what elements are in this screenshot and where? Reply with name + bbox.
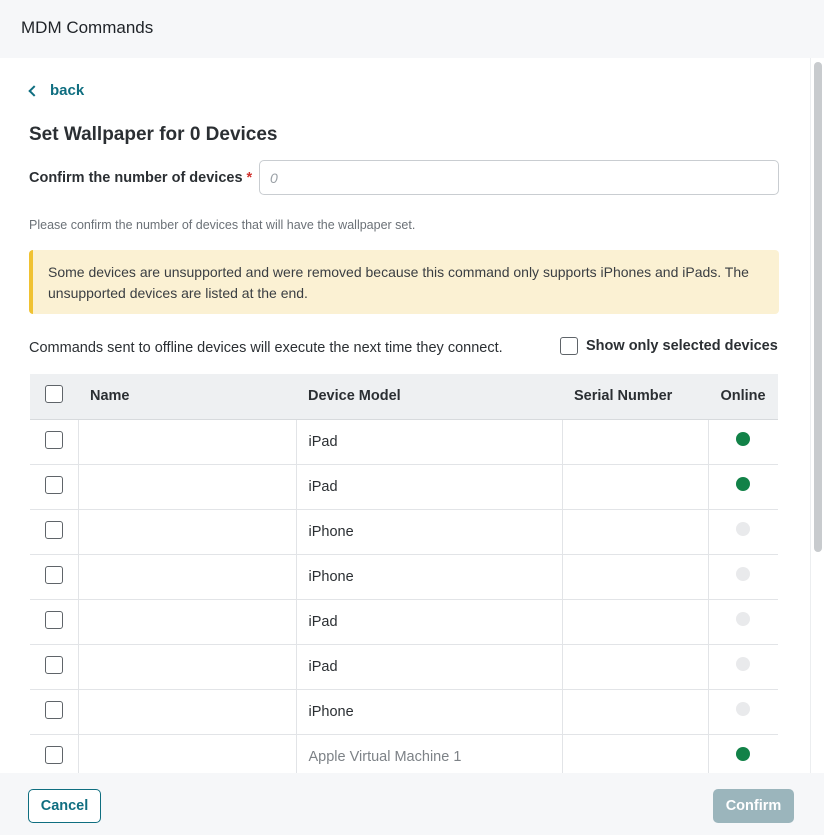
row-checkbox[interactable]: [44, 520, 63, 539]
online-cell: [708, 689, 778, 735]
online-cell: [708, 599, 778, 645]
device-serial: [562, 689, 709, 735]
column-header-online[interactable]: Online: [708, 374, 778, 420]
scrollbar-thumb[interactable]: [814, 62, 822, 552]
row-select-cell: [30, 419, 79, 465]
device-model: Apple Virtual Machine 1: [296, 734, 563, 773]
row-checkbox[interactable]: [44, 745, 63, 764]
content-scrollbar[interactable]: [810, 58, 824, 773]
main-content[interactable]: back Set Wallpaper for 0 Devices Confirm…: [0, 58, 810, 773]
dialog-footer: Cancel Confirm: [0, 773, 824, 835]
status-dot-icon: [736, 476, 751, 491]
device-model: iPhone: [296, 509, 563, 555]
row-checkbox[interactable]: [44, 700, 63, 719]
device-name: [78, 644, 297, 690]
device-model: iPad: [296, 419, 563, 465]
device-model: iPad: [296, 464, 563, 510]
device-name: [78, 689, 297, 735]
row-checkbox[interactable]: [44, 565, 63, 584]
column-header-serial-number[interactable]: Serial Number: [562, 374, 708, 420]
table-row[interactable]: Apple Virtual Machine 1: [30, 734, 778, 773]
confirm-devices-input[interactable]: [259, 160, 779, 195]
status-dot-icon: [736, 701, 751, 716]
device-name: [78, 464, 297, 510]
table-row[interactable]: iPad: [30, 599, 778, 645]
show-only-selected-checkbox[interactable]: [560, 337, 578, 355]
column-header-name[interactable]: Name: [78, 374, 296, 420]
back-label: back: [50, 82, 85, 99]
device-serial: [562, 734, 709, 773]
offline-devices-note: Commands sent to offline devices will ex…: [29, 340, 503, 356]
status-dot-icon: [736, 611, 751, 626]
row-select-cell: [30, 734, 79, 773]
confirm-devices-label-text: Confirm the number of devices: [29, 170, 243, 186]
online-cell: [708, 644, 778, 690]
show-only-selected-label: Show only selected devices: [586, 338, 778, 354]
select-all-checkbox[interactable]: [45, 385, 63, 404]
row-select-cell: [30, 689, 79, 735]
column-header-device-model[interactable]: Device Model: [296, 374, 562, 420]
confirm-button[interactable]: Confirm: [713, 789, 794, 823]
device-serial: [562, 599, 709, 645]
table-row[interactable]: iPhone: [30, 689, 778, 735]
back-link[interactable]: back: [28, 82, 85, 99]
table-row[interactable]: iPhone: [30, 509, 778, 555]
chevron-left-icon: [28, 85, 40, 97]
row-select-cell: [30, 509, 79, 555]
online-cell: [708, 734, 778, 773]
device-serial: [562, 464, 709, 510]
required-marker: *: [246, 170, 253, 186]
row-checkbox[interactable]: [44, 430, 63, 449]
device-name: [78, 599, 297, 645]
row-checkbox[interactable]: [44, 610, 63, 629]
device-serial: [562, 644, 709, 690]
status-dot-icon: [736, 431, 751, 446]
show-only-selected-toggle[interactable]: Show only selected devices: [560, 337, 778, 355]
window-title: MDM Commands: [21, 18, 154, 37]
device-name: [78, 734, 297, 773]
device-name: [78, 554, 297, 600]
table-header-row: Name Device Model Serial Number Online: [30, 374, 778, 420]
page-title: Set Wallpaper for 0 Devices: [29, 124, 278, 145]
confirm-devices-label: Confirm the number of devices *: [29, 170, 252, 186]
table-row[interactable]: iPad: [30, 464, 778, 510]
online-cell: [708, 419, 778, 465]
select-all-cell: [30, 374, 78, 420]
title-bar: MDM Commands: [0, 0, 824, 58]
table-row[interactable]: iPhone: [30, 554, 778, 600]
online-cell: [708, 464, 778, 510]
device-name: [78, 509, 297, 555]
device-model: iPhone: [296, 689, 563, 735]
status-dot-icon: [736, 746, 751, 761]
status-dot-icon: [736, 656, 751, 671]
devices-table: Name Device Model Serial Number Online i…: [30, 374, 778, 773]
status-dot-icon: [736, 521, 751, 536]
device-model: iPad: [296, 644, 563, 690]
unsupported-devices-warning: Some devices are unsupported and were re…: [29, 250, 779, 314]
row-checkbox[interactable]: [44, 655, 63, 674]
online-cell: [708, 554, 778, 600]
row-select-cell: [30, 464, 79, 510]
device-serial: [562, 419, 709, 465]
device-serial: [562, 509, 709, 555]
confirm-helper-text: Please confirm the number of devices tha…: [29, 218, 416, 232]
device-name: [78, 419, 297, 465]
table-row[interactable]: iPad: [30, 419, 778, 465]
row-select-cell: [30, 554, 79, 600]
row-select-cell: [30, 599, 79, 645]
row-select-cell: [30, 644, 79, 690]
device-serial: [562, 554, 709, 600]
table-row[interactable]: iPad: [30, 644, 778, 690]
cancel-button[interactable]: Cancel: [28, 789, 101, 823]
device-model: iPhone: [296, 554, 563, 600]
device-model: iPad: [296, 599, 563, 645]
row-checkbox[interactable]: [44, 475, 63, 494]
status-dot-icon: [736, 566, 751, 581]
online-cell: [708, 509, 778, 555]
